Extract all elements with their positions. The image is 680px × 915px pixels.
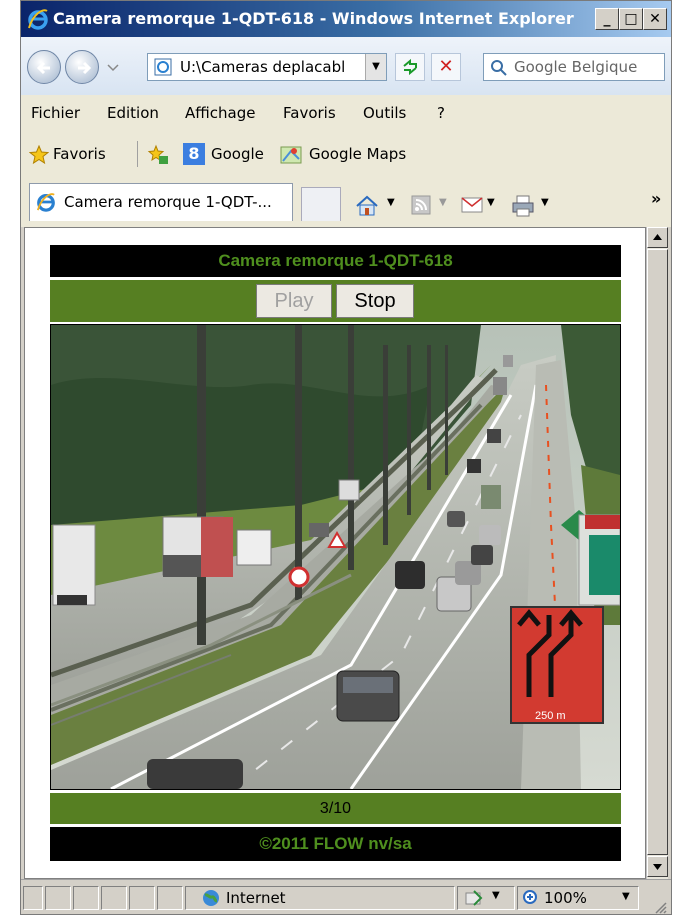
globe-icon (203, 890, 219, 906)
close-button[interactable]: ✕ (643, 8, 667, 30)
page-icon (154, 58, 172, 76)
title-bar[interactable]: Camera remorque 1-QDT-618 - Windows Inte… (21, 1, 671, 37)
protected-mode-icon (465, 890, 483, 906)
status-bar: Internet ▼ 100% ▼ (21, 879, 671, 914)
home-icon[interactable] (355, 195, 379, 217)
menu-help[interactable]: ? (437, 104, 445, 122)
navigation-bar: U:\Cameras deplacabl ▼ ✕ Google Belgique (21, 37, 671, 95)
forward-arrow-icon (78, 61, 92, 75)
ie-logo-icon (28, 9, 48, 30)
favorites-star-icon (29, 145, 49, 165)
sign-distance-text: 250 m (535, 710, 566, 722)
back-button[interactable] (27, 50, 61, 84)
protected-mode-panel[interactable]: ▼ (457, 886, 515, 910)
feed-dropdown-icon[interactable]: ▼ (439, 197, 447, 208)
menu-affichage[interactable]: Affichage (185, 104, 255, 122)
address-text: U:\Cameras deplacabl (180, 58, 346, 76)
google-icon: 8 (183, 143, 205, 165)
scroll-down-button[interactable] (647, 856, 668, 877)
print-dropdown-icon[interactable]: ▼ (541, 197, 549, 208)
separator (137, 141, 138, 167)
search-input[interactable]: Google Belgique (483, 53, 665, 81)
favorites-bar: Favoris 8 Google Google Maps (21, 131, 671, 177)
copyright-footer: ©2011 FLOW nv/sa (50, 827, 621, 861)
rss-feed-icon[interactable] (411, 195, 431, 215)
minimize-button[interactable]: _ (595, 8, 619, 30)
scroll-down-arrow-icon (653, 864, 662, 870)
back-arrow-icon (36, 61, 50, 75)
refresh-button[interactable] (395, 53, 425, 81)
status-panel (23, 886, 43, 910)
control-bar: Play Stop (50, 280, 621, 322)
menu-fichier[interactable]: Fichier (31, 104, 80, 122)
camera-image: 250 m (50, 324, 621, 790)
camera-title: Camera remorque 1-QDT-618 (50, 245, 621, 277)
zone-label: Internet (226, 889, 286, 907)
status-panel (101, 886, 127, 910)
maximize-button[interactable]: □ (619, 8, 643, 30)
play-button[interactable]: Play (256, 284, 332, 318)
home-dropdown-icon[interactable]: ▼ (387, 197, 395, 208)
scroll-up-arrow-icon (653, 234, 662, 240)
toolbar-overflow-button[interactable]: » (651, 189, 661, 208)
protected-mode-dropdown-icon: ▼ (492, 890, 500, 901)
tab-label: Camera remorque 1-QDT-... (64, 193, 272, 211)
favbar-link-google-maps[interactable]: Google Maps (309, 145, 406, 163)
stop-button[interactable]: Stop (336, 284, 414, 318)
favbar-link-google[interactable]: Google (211, 145, 264, 163)
ie-tab-icon (36, 193, 55, 212)
mail-dropdown-icon[interactable]: ▼ (487, 197, 495, 208)
google-maps-icon (280, 146, 302, 164)
favorites-button[interactable]: Favoris (53, 145, 106, 163)
status-panel (129, 886, 155, 910)
scroll-thumb[interactable] (647, 249, 668, 855)
frame-counter: 3/10 (50, 793, 621, 824)
status-panel (157, 886, 183, 910)
add-favorite-icon[interactable] (147, 144, 169, 166)
zone-panel: Internet (185, 886, 455, 910)
status-panel (73, 886, 99, 910)
menu-edition[interactable]: Edition (107, 104, 159, 122)
resize-grip-icon[interactable] (653, 900, 667, 914)
scroll-up-button[interactable] (647, 227, 668, 248)
menu-favoris[interactable]: Favoris (283, 104, 336, 122)
print-icon[interactable] (511, 195, 535, 217)
zoom-icon (523, 890, 537, 904)
search-placeholder: Google Belgique (514, 58, 638, 76)
zoom-panel[interactable]: 100% ▼ (517, 886, 639, 910)
zoom-dropdown-icon: ▼ (622, 891, 630, 902)
address-dropdown-icon[interactable]: ▼ (365, 54, 386, 80)
highway-camera-picture: 250 m (51, 325, 620, 789)
page-viewport: Camera remorque 1-QDT-618 Play Stop 250 … (24, 227, 646, 879)
new-tab-button[interactable] (301, 187, 341, 221)
mail-icon[interactable] (461, 195, 483, 215)
window-title: Camera remorque 1-QDT-618 - Windows Inte… (53, 9, 574, 28)
address-bar[interactable]: U:\Cameras deplacabl ▼ (147, 53, 387, 81)
refresh-icon (403, 58, 417, 76)
search-icon (491, 60, 507, 76)
status-panel (45, 886, 71, 910)
stop-loading-button[interactable]: ✕ (431, 53, 461, 81)
close-x-icon: ✕ (438, 56, 454, 77)
menu-outils[interactable]: Outils (363, 104, 406, 122)
vertical-scrollbar[interactable] (646, 227, 668, 879)
tab-active[interactable]: Camera remorque 1-QDT-... (29, 183, 293, 221)
forward-button[interactable] (65, 50, 99, 84)
menu-bar: Fichier Edition Affichage Favoris Outils… (21, 95, 671, 132)
zoom-level: 100% (544, 889, 587, 907)
tab-bar: Camera remorque 1-QDT-... ▼ ▼ ▼ ▼ » (21, 177, 671, 227)
history-dropdown-icon[interactable] (107, 64, 119, 72)
browser-window: Camera remorque 1-QDT-618 - Windows Inte… (20, 0, 672, 915)
